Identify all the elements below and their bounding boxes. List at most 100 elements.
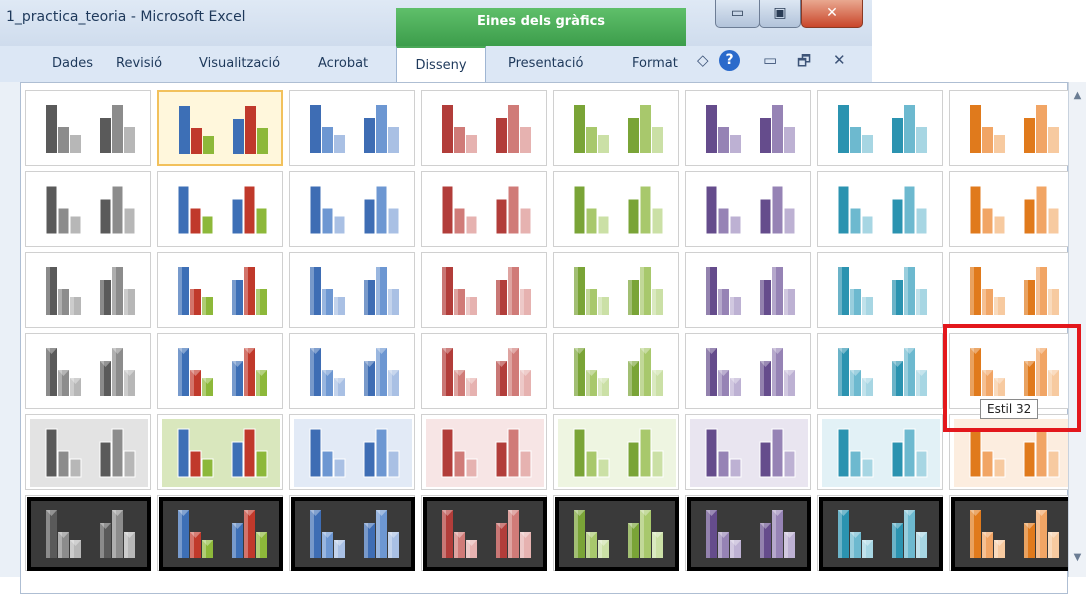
chart-style-16[interactable] [949, 171, 1075, 247]
chart-style-22[interactable] [685, 252, 811, 328]
thumbnail-bar [640, 105, 651, 153]
chart-style-11[interactable] [289, 171, 415, 247]
chart-style-3[interactable] [289, 90, 415, 166]
context-group-label: Eines dels gràfics [476, 14, 606, 29]
chart-style-9[interactable] [25, 171, 151, 247]
chart-style-8[interactable] [949, 90, 1075, 166]
thumbnail-bar [969, 185, 982, 235]
thumbnail-bar [99, 441, 112, 478]
tab-dades[interactable]: Dades [52, 56, 93, 71]
tab-acrobat[interactable]: Acrobat [318, 56, 368, 71]
chart-style-6[interactable] [685, 90, 811, 166]
chart-style-45[interactable] [553, 495, 679, 571]
chart-style-24[interactable] [949, 252, 1075, 328]
thumbnail-bar-highlight [202, 297, 206, 315]
chart-style-21[interactable] [553, 252, 679, 328]
chart-style-25[interactable] [25, 333, 151, 409]
tab-visualitzacio[interactable]: Visualització [199, 56, 280, 71]
chart-style-4[interactable] [421, 90, 547, 166]
chart-style-27[interactable] [289, 333, 415, 409]
chart-style-thumbnail [46, 105, 135, 153]
thumbnail-bar [759, 441, 772, 478]
restore-icon[interactable]: 🗗 [797, 51, 811, 76]
thumbnail-bar [465, 458, 478, 478]
chart-style-thumbnail [574, 105, 663, 153]
thumbnail-bar-highlight [760, 361, 764, 396]
close-icon[interactable]: ✕ [833, 51, 846, 69]
chart-style-35[interactable] [289, 414, 415, 490]
chart-style-39[interactable] [817, 414, 943, 490]
chart-style-33[interactable] [25, 414, 151, 490]
maximize-window-button[interactable]: ▣ [759, 0, 801, 28]
thumbnail-bar-highlight [586, 289, 590, 315]
chart-style-13[interactable] [553, 171, 679, 247]
chart-style-7[interactable] [817, 90, 943, 166]
chart-style-10[interactable] [157, 171, 283, 247]
thumbnail-bar-highlight [730, 297, 734, 315]
chart-style-thumbnail [442, 348, 531, 396]
tab-presentacio[interactable]: Presentació [508, 56, 583, 71]
chart-style-36[interactable] [421, 414, 547, 490]
chart-style-38[interactable] [685, 414, 811, 490]
chart-style-thumbnail [27, 497, 151, 571]
thumbnail-bar [233, 119, 244, 154]
chart-style-44[interactable] [421, 495, 547, 571]
thumbnail-bar [243, 428, 256, 478]
chart-style-12[interactable] [421, 171, 547, 247]
chart-style-34[interactable] [157, 414, 283, 490]
scroll-down-icon[interactable]: ▼ [1071, 552, 1084, 566]
thumbnail-bar [243, 185, 256, 235]
chart-style-5[interactable] [553, 90, 679, 166]
thumbnail-bar-highlight [772, 267, 776, 315]
chart-style-15[interactable] [817, 171, 943, 247]
thumbnail-bar-highlight [442, 348, 446, 396]
thumbnail-bar [57, 207, 70, 235]
chart-style-46[interactable] [685, 495, 811, 571]
chart-style-41[interactable] [25, 495, 151, 571]
chart-style-30[interactable] [685, 333, 811, 409]
thumbnail-bar [1035, 185, 1048, 235]
thumbnail-bar [69, 458, 82, 478]
minimize-window-button[interactable]: ▭ [715, 0, 760, 28]
close-window-button[interactable]: ✕ [801, 0, 863, 28]
minimize-icon[interactable]: ▭ [763, 51, 777, 69]
thumbnail-bar-highlight [652, 289, 656, 315]
chart-style-1[interactable] [25, 90, 151, 166]
chart-style-14[interactable] [685, 171, 811, 247]
thumbnail-bar-highlight [310, 510, 314, 558]
close-icon: ✕ [826, 5, 838, 21]
thumbnail-bar [705, 185, 718, 235]
chart-style-thumbnail [970, 105, 1059, 153]
chart-style-43[interactable] [289, 495, 415, 571]
thumbnail-bar-highlight [772, 510, 776, 558]
thumbnail-bar-highlight [310, 267, 314, 315]
help-icon[interactable]: ? [719, 50, 740, 71]
tab-revisio[interactable]: Revisió [116, 56, 162, 71]
thumbnail-bar-highlight [892, 280, 896, 315]
chart-style-18[interactable] [157, 252, 283, 328]
chart-style-2[interactable] [157, 90, 283, 166]
chart-style-19[interactable] [289, 252, 415, 328]
title-bar: 1_practica_teoria - Microsoft Excel Eine… [0, 0, 872, 46]
chart-style-17[interactable] [25, 252, 151, 328]
tab-format[interactable]: Format [632, 56, 678, 71]
chart-style-48[interactable] [949, 495, 1075, 571]
chart-style-23[interactable] [817, 252, 943, 328]
worksheet-edge [0, 82, 21, 577]
chart-style-20[interactable] [421, 252, 547, 328]
thumbnail-bar-highlight [46, 348, 50, 396]
scroll-up-icon[interactable]: ▲ [1071, 90, 1084, 104]
chart-tools-context-group: Eines dels gràfics [396, 8, 686, 46]
chart-style-47[interactable] [817, 495, 943, 571]
ribbon-collapse-icon[interactable]: ◇ [697, 51, 709, 69]
chart-style-28[interactable] [421, 333, 547, 409]
chart-style-37[interactable] [553, 414, 679, 490]
thumbnail-bar [915, 207, 928, 235]
chart-style-29[interactable] [553, 333, 679, 409]
thumbnail-bar [364, 118, 375, 153]
chart-style-26[interactable] [157, 333, 283, 409]
tab-disseny[interactable]: Disseny [396, 46, 486, 83]
thumbnail-bar [1047, 207, 1060, 235]
chart-style-31[interactable] [817, 333, 943, 409]
chart-style-42[interactable] [157, 495, 283, 571]
